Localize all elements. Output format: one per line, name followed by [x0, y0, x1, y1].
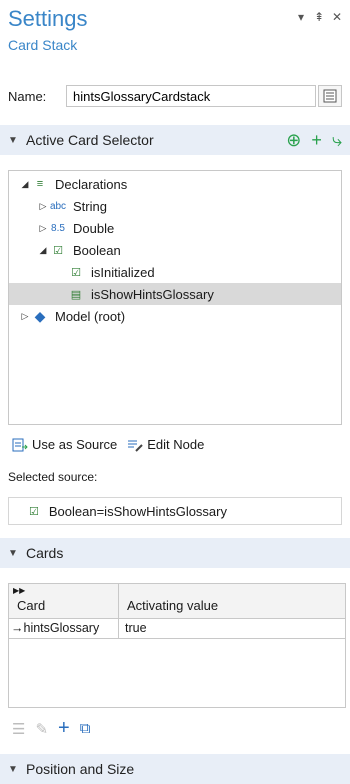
tree-item-label: Boolean [73, 242, 121, 258]
sort-icon: ▶▶ [13, 586, 26, 595]
add-icon[interactable]: + [58, 717, 70, 740]
collapsed-icon[interactable]: ▷ [37, 201, 49, 212]
close-icon[interactable]: ✕ [332, 10, 342, 24]
cards-table[interactable]: ▶▶ Card Activating value →hintsGlossary … [8, 583, 346, 708]
chevron-down-icon[interactable]: ▾ [296, 10, 306, 24]
cards-toolbar: ☰ ✎ + ⧉ [12, 717, 90, 740]
name-label: Name: [8, 88, 47, 104]
add-circle-icon[interactable]: ⊕ [286, 130, 301, 151]
boolean-variable-icon: ☑ [71, 266, 81, 279]
column-header-activating-value[interactable]: Activating value [119, 584, 345, 619]
tree-item-boolean[interactable]: ◢ ☑ Boolean [9, 239, 341, 261]
edit-icon[interactable]: ✎ [35, 720, 48, 738]
table-header: ▶▶ Card Activating value [9, 584, 345, 619]
collapse-chevron-icon: ▼ [8, 134, 18, 146]
pin-icon[interactable]: ⇞ [314, 10, 324, 24]
position-and-size-header[interactable]: ▼ Position and Size [0, 754, 350, 784]
declarations-icon: ≡ [36, 178, 44, 190]
collapse-chevron-icon: ▼ [8, 763, 18, 775]
cards-header[interactable]: ▼ Cards [0, 538, 350, 568]
boolean-list-icon: ▤ [70, 288, 82, 301]
use-as-source-label: Use as Source [32, 437, 118, 452]
tree-item-label: Double [73, 220, 115, 236]
expanded-icon[interactable]: ◢ [37, 245, 49, 256]
add-icon[interactable]: + [311, 130, 322, 151]
name-row: Name: [8, 84, 342, 108]
tree-item-label: isShowHintsGlossary [91, 286, 214, 302]
string-icon: abc [49, 200, 67, 212]
section-tools: ⊕ + ⤷ [286, 130, 342, 151]
selected-source-label: Selected source: [8, 470, 98, 484]
boolean-icon: ☑ [53, 244, 63, 257]
name-field[interactable] [66, 85, 316, 107]
use-as-source-button[interactable]: Use as Source [12, 437, 117, 452]
tree-item-isinitialized[interactable]: ☑ isInitialized [9, 261, 341, 283]
tree-item-label: isInitialized [91, 264, 155, 280]
tree-item-double[interactable]: ▷ 8.5 Double [9, 217, 341, 239]
section-title: Cards [26, 545, 64, 561]
table-cell-card[interactable]: →hintsGlossary [9, 619, 119, 639]
section-title: Position and Size [26, 761, 135, 777]
expanded-icon[interactable]: ◢ [19, 179, 31, 190]
double-icon: 8.5 [51, 222, 65, 234]
tree-add-icon[interactable]: ⤷ [332, 130, 342, 151]
collapse-chevron-icon: ▼ [8, 547, 18, 559]
tree-item-label: Declarations [55, 176, 128, 192]
list-icon [323, 89, 337, 103]
tree-item-isshowhintsglossary[interactable]: ▤ isShowHintsGlossary [9, 283, 341, 305]
tree-item-string[interactable]: ▷ abc String [9, 195, 341, 217]
browse-button[interactable] [318, 85, 342, 107]
copy-icon[interactable]: ⧉ [80, 720, 91, 737]
table-cell-value[interactable]: true [119, 619, 345, 639]
window-controls: ▾ ⇞ ✕ [296, 10, 342, 24]
collapsed-icon[interactable]: ▷ [19, 311, 31, 322]
edit-node-label: Edit Node [147, 437, 205, 452]
table-row[interactable]: →hintsGlossary true [9, 619, 345, 639]
tree-item-model-root[interactable]: ▷ ◆ Model (root) [9, 305, 341, 327]
declaration-tree[interactable]: ◢ ≡ Declarations ▷ abc String ▷ 8.5 Doub… [8, 170, 342, 425]
section-title: Active Card Selector [26, 132, 154, 148]
page-title: Settings [8, 6, 88, 31]
collapsed-icon[interactable]: ▷ [37, 223, 49, 234]
edit-node-icon [128, 440, 143, 452]
tree-item-label: Model (root) [55, 308, 126, 324]
model-icon: ◆ [34, 307, 46, 324]
boolean-icon: ☑ [29, 505, 39, 518]
selected-source-field: ☑ Boolean=isShowHintsGlossary [8, 497, 342, 525]
active-card-selector-header[interactable]: ▼ Active Card Selector ⊕ + ⤷ [0, 125, 350, 155]
use-as-source-icon [12, 438, 28, 451]
tree-item-label: String [73, 198, 107, 214]
source-toolbar: Use as Source Edit Node [12, 437, 204, 452]
column-header-card[interactable]: ▶▶ Card [9, 584, 119, 619]
delete-rows-icon[interactable]: ☰ [12, 720, 25, 738]
edit-node-button[interactable]: Edit Node [127, 437, 204, 452]
selected-source-value: Boolean=isShowHintsGlossary [48, 503, 227, 519]
tree-item-declarations[interactable]: ◢ ≡ Declarations [9, 173, 341, 195]
page-subtitle: Card Stack [8, 37, 78, 53]
